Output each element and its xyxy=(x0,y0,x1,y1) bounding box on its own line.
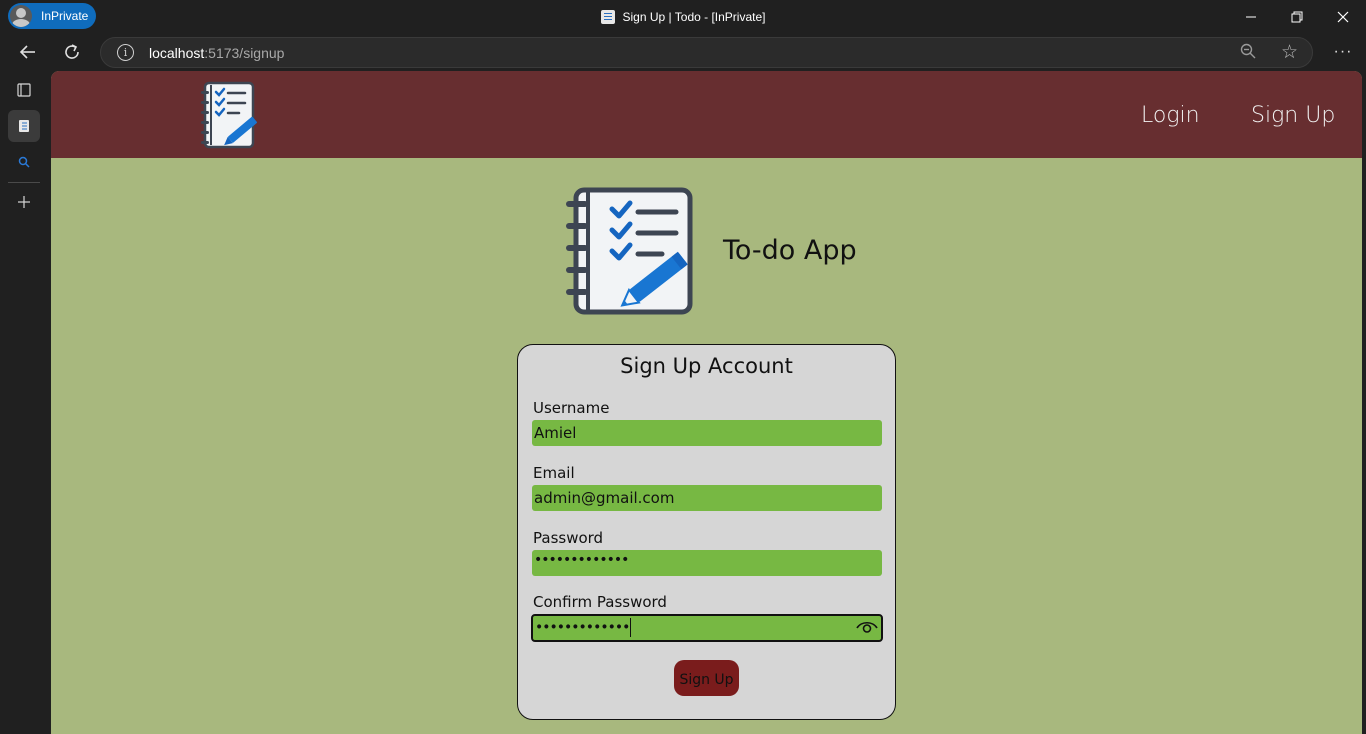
address-bar[interactable]: i localhost:5173/signup ☆ xyxy=(100,37,1313,68)
url-host: localhost xyxy=(149,45,205,61)
minimize-icon[interactable] xyxy=(1228,0,1274,33)
page-viewport: Login Sign Up To-do App Sign Up Account … xyxy=(51,71,1362,734)
todo-favicon-icon xyxy=(600,9,615,24)
close-icon[interactable] xyxy=(1320,0,1366,33)
inprivate-profile-button[interactable]: InPrivate xyxy=(8,3,96,29)
password-input[interactable]: ••••••••••••• xyxy=(532,550,882,576)
brand-header: To-do App xyxy=(566,187,866,317)
app-title: To-do App xyxy=(723,235,857,266)
zoom-out-icon[interactable] xyxy=(1240,43,1256,64)
inprivate-label: InPrivate xyxy=(41,9,89,23)
nav-signup-link[interactable]: Sign Up xyxy=(1251,103,1335,128)
restore-icon[interactable] xyxy=(1274,0,1320,33)
todo-logo-icon xyxy=(566,187,693,315)
url-path: :5173/signup xyxy=(204,45,285,61)
tab-divider xyxy=(8,182,40,183)
confirm-password-value: ••••••••••••• xyxy=(535,619,630,636)
url-text[interactable]: localhost:5173/signup xyxy=(149,45,284,61)
username-label: Username xyxy=(533,399,610,417)
browser-toolbar: i localhost:5173/signup ☆ xyxy=(0,33,1366,71)
tab-actions-icon[interactable] xyxy=(8,74,40,106)
username-input[interactable]: Amiel xyxy=(532,420,882,446)
profile-avatar-icon xyxy=(10,5,32,27)
signup-card: Sign Up Account Username Amiel Email adm… xyxy=(517,344,896,720)
email-input[interactable]: admin@gmail.com xyxy=(532,485,882,511)
show-password-eye-icon[interactable] xyxy=(856,619,878,635)
password-label: Password xyxy=(533,529,604,547)
email-label: Email xyxy=(533,464,575,482)
refresh-icon[interactable] xyxy=(57,37,87,67)
browser-title-bar: InPrivate Sign Up | Todo - [InPrivate] xyxy=(0,0,1366,33)
signup-submit-button[interactable]: Sign Up xyxy=(674,660,739,696)
vertical-tab-strip xyxy=(0,71,48,734)
text-caret xyxy=(630,618,632,637)
nav-login-link[interactable]: Login xyxy=(1141,103,1200,128)
confirm-password-input[interactable]: ••••••••••••• xyxy=(531,614,883,642)
navbar: Login Sign Up xyxy=(51,71,1362,158)
favorite-star-icon[interactable]: ☆ xyxy=(1281,41,1298,64)
window-title: Sign Up | Todo - [InPrivate] xyxy=(0,0,1366,33)
more-options-icon[interactable]: ··· xyxy=(1328,37,1358,67)
active-tab-icon[interactable] xyxy=(8,110,40,142)
search-tab-icon[interactable] xyxy=(8,146,40,178)
todo-logo-icon[interactable] xyxy=(201,81,263,149)
form-title: Sign Up Account xyxy=(620,354,793,378)
back-arrow-icon[interactable] xyxy=(13,37,43,67)
new-tab-icon[interactable] xyxy=(8,186,40,218)
window-title-text: Sign Up | Todo - [InPrivate] xyxy=(622,9,766,24)
confirm-password-label: Confirm Password xyxy=(533,593,667,611)
site-info-icon[interactable]: i xyxy=(117,44,134,61)
